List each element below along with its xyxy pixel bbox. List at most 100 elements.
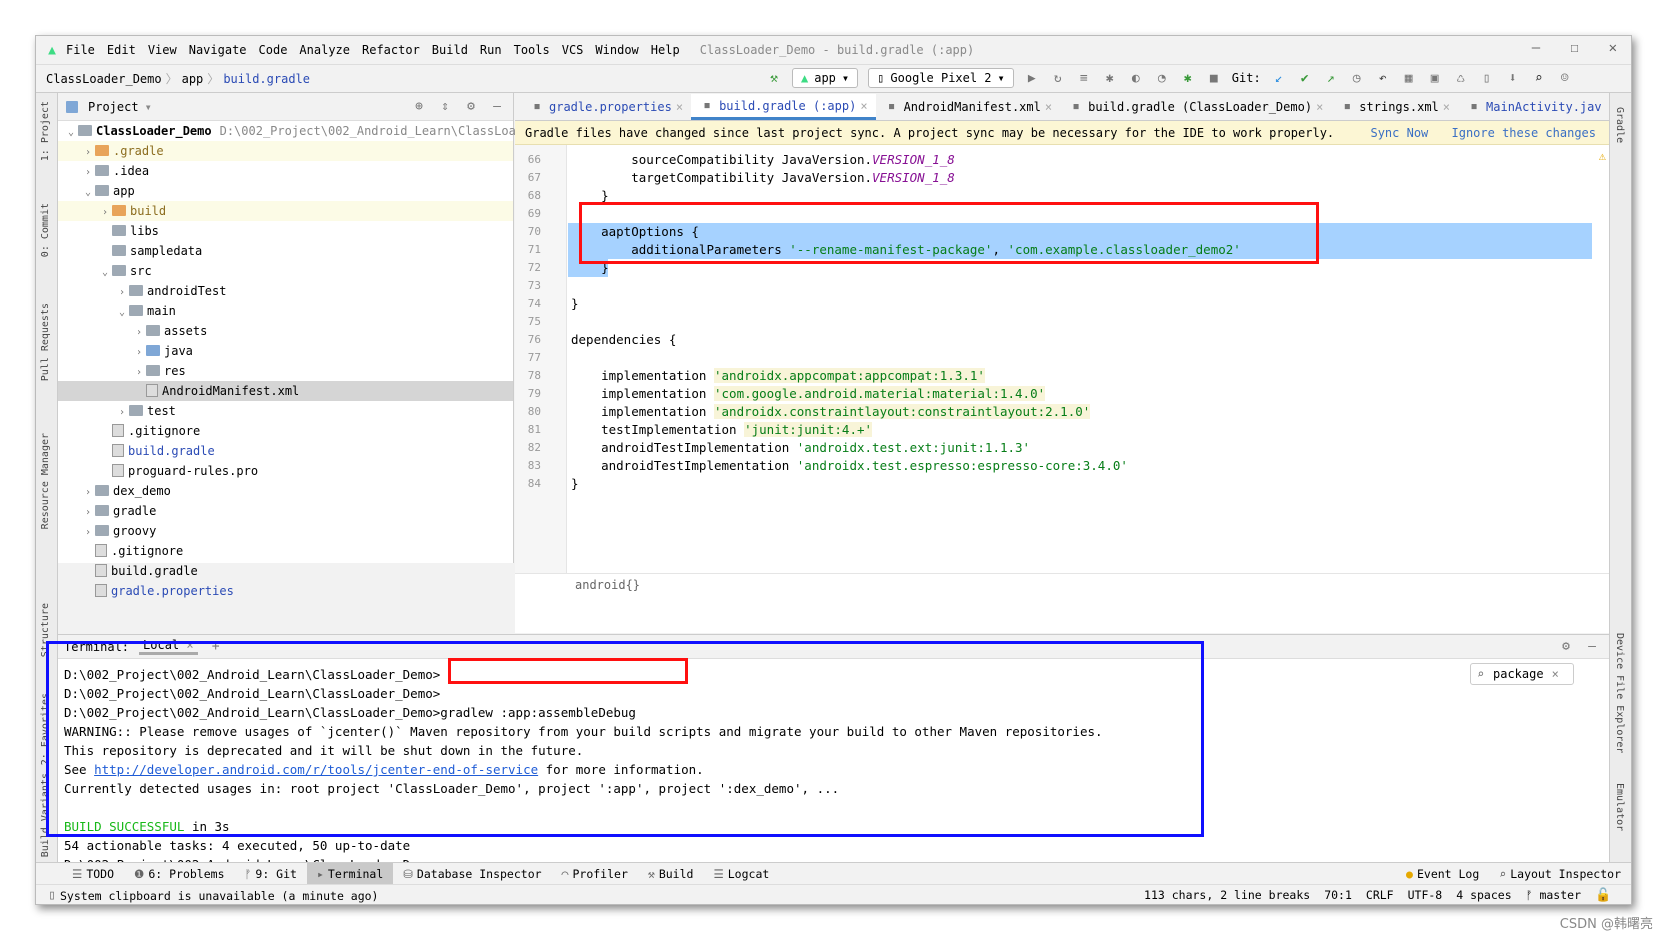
expand-arrow-icon[interactable]: ›: [132, 323, 146, 343]
hammer-build-icon[interactable]: ⚒: [766, 71, 782, 86]
expand-arrow-icon[interactable]: ›: [81, 503, 95, 523]
menu-code[interactable]: Code: [253, 43, 294, 57]
caret-position[interactable]: 70:1: [1324, 888, 1352, 903]
collapse-all-icon[interactable]: ⇕: [437, 99, 453, 114]
coverage-icon[interactable]: ◐: [1128, 71, 1144, 86]
expand-arrow-icon[interactable]: ›: [115, 283, 129, 303]
tool-tab-logcat[interactable]: ☰ Logcat: [703, 863, 779, 885]
git-history-icon[interactable]: ◷: [1349, 71, 1365, 86]
tree-item[interactable]: › gradle: [58, 501, 513, 521]
editor-tab[interactable]: ▪ strings.xml ×: [1331, 94, 1458, 120]
tree-item[interactable]: build.gradle: [58, 441, 513, 461]
tree-item[interactable]: › .idea: [58, 161, 513, 181]
sdk-manager-icon[interactable]: ⬇: [1505, 71, 1521, 86]
menu-tools[interactable]: Tools: [508, 43, 556, 57]
tree-item[interactable]: › test: [58, 401, 513, 421]
device-manager-icon[interactable]: ▯: [1479, 71, 1495, 86]
expand-arrow-icon[interactable]: ›: [81, 163, 95, 183]
status-message[interactable]: System clipboard is unavailable (a minut…: [60, 889, 379, 903]
project-view-select[interactable]: Project: [88, 100, 139, 114]
tree-item[interactable]: ⌄ ClassLoader_Demo D:\002_Project\002_Andr…: [58, 121, 523, 143]
tree-item[interactable]: ⌄ src: [58, 261, 513, 281]
close-icon[interactable]: ✕: [1609, 40, 1617, 56]
status-icon[interactable]: ▯: [44, 888, 60, 903]
minimize-icon[interactable]: —: [1532, 40, 1540, 56]
tree-item[interactable]: .gitignore: [58, 421, 513, 441]
lock-icon[interactable]: 🔓: [1595, 888, 1611, 903]
expand-arrow-icon[interactable]: ›: [98, 203, 112, 223]
stop-icon[interactable]: ■: [1206, 71, 1222, 86]
close-tab-icon[interactable]: ×: [1443, 95, 1450, 119]
tool-tab-todo[interactable]: ☰ TODO: [62, 863, 124, 885]
close-tab-icon[interactable]: ×: [1045, 95, 1052, 119]
stripe-project[interactable]: 1: Project: [40, 101, 51, 161]
apply-changes-icon[interactable]: ↻: [1050, 71, 1066, 86]
device-select[interactable]: ▯ Google Pixel 2 ▾: [868, 68, 1014, 88]
ignore-changes-link[interactable]: Ignore these changes: [1452, 126, 1597, 140]
tree-item[interactable]: ⌄ main: [58, 301, 513, 321]
avd-manager-icon[interactable]: ▣: [1427, 71, 1443, 86]
tree-item[interactable]: build.gradle: [58, 561, 513, 581]
stripe-resource-manager[interactable]: Resource Manager: [40, 433, 51, 529]
tree-item[interactable]: libs: [58, 221, 513, 241]
rollback-icon[interactable]: ↶: [1375, 71, 1391, 86]
file-encoding[interactable]: UTF-8: [1408, 888, 1443, 903]
sync-now-link[interactable]: Sync Now: [1370, 126, 1428, 140]
menu-window[interactable]: Window: [589, 43, 644, 57]
hide-icon[interactable]: —: [489, 99, 505, 114]
debug-icon[interactable]: ✱: [1102, 71, 1118, 86]
editor-tab[interactable]: ▪ build.gradle (:app) ×: [691, 94, 876, 120]
tool-tab-terminal[interactable]: ▸ Terminal: [306, 862, 394, 885]
tree-item[interactable]: › build: [58, 201, 513, 221]
tree-item[interactable]: gradle.properties: [58, 581, 513, 601]
tree-item[interactable]: › .gradle: [58, 141, 513, 161]
expand-arrow-icon[interactable]: ›: [132, 343, 146, 363]
stripe-emulator[interactable]: Emulator: [1614, 783, 1625, 831]
close-tab-icon[interactable]: ×: [860, 94, 867, 118]
project-structure-icon[interactable]: ▦: [1401, 71, 1417, 86]
git-push-icon[interactable]: ↗: [1323, 71, 1339, 86]
tree-item[interactable]: AndroidManifest.xml: [58, 381, 513, 401]
tree-item[interactable]: proguard-rules.pro: [58, 461, 513, 481]
tree-item[interactable]: › dex_demo: [58, 481, 513, 501]
menu-vcs[interactable]: VCS: [556, 43, 590, 57]
menu-file[interactable]: File: [60, 43, 101, 57]
tool-tab-git[interactable]: ᚠ 9: Git: [235, 863, 307, 885]
tree-item[interactable]: › groovy: [58, 521, 513, 541]
warning-icon[interactable]: ⚠: [1599, 149, 1606, 163]
menu-refactor[interactable]: Refactor: [356, 43, 426, 57]
tool-tab-event-log[interactable]: ● Event Log: [1396, 863, 1489, 885]
gear-icon[interactable]: ⚙: [1558, 639, 1574, 654]
run-config-select[interactable]: ▲ app ▾: [792, 68, 859, 88]
locate-icon[interactable]: ⊕: [411, 99, 427, 114]
expand-arrow-icon[interactable]: ⌄: [81, 183, 95, 203]
sync-gradle-icon[interactable]: ♺: [1453, 71, 1469, 86]
expand-arrow-icon[interactable]: ›: [132, 363, 146, 383]
expand-arrow-icon[interactable]: ⌄: [64, 123, 78, 143]
terminal-search-input[interactable]: ⌕ package ×: [1470, 663, 1574, 685]
line-separator[interactable]: CRLF: [1366, 888, 1394, 903]
search-icon[interactable]: ⌕: [1531, 71, 1547, 86]
menu-analyze[interactable]: Analyze: [293, 43, 356, 57]
menu-build[interactable]: Build: [426, 43, 474, 57]
tree-item[interactable]: .gitignore: [58, 541, 513, 561]
expand-arrow-icon[interactable]: ›: [115, 403, 129, 423]
menu-help[interactable]: Help: [645, 43, 686, 57]
editor-breadcrumb[interactable]: android{}: [515, 573, 1610, 595]
maximize-icon[interactable]: ☐: [1570, 40, 1578, 56]
editor-tab[interactable]: ▪ AndroidManifest.xml ×: [876, 94, 1061, 120]
stripe-device-file-explorer[interactable]: Device File Explorer: [1614, 633, 1625, 753]
tool-tab-profiler[interactable]: ◠ Profiler: [552, 863, 638, 885]
editor-tab[interactable]: ▪ build.gradle (ClassLoader_Demo) ×: [1060, 94, 1331, 120]
stripe-commit[interactable]: 0: Commit: [40, 203, 51, 257]
tool-tab-databaseinspector[interactable]: ⛁ Database Inspector: [393, 863, 551, 885]
menu-edit[interactable]: Edit: [101, 43, 142, 57]
tree-item[interactable]: ⌄ app: [58, 181, 513, 201]
breadcrumb-file[interactable]: build.gradle: [223, 72, 310, 86]
tree-item[interactable]: › assets: [58, 321, 513, 341]
tool-tab-build[interactable]: ⚒ Build: [638, 863, 704, 885]
menu-run[interactable]: Run: [474, 43, 508, 57]
menu-navigate[interactable]: Navigate: [183, 43, 253, 57]
tree-item[interactable]: › java: [58, 341, 513, 361]
expand-arrow-icon[interactable]: ⌄: [98, 263, 112, 283]
